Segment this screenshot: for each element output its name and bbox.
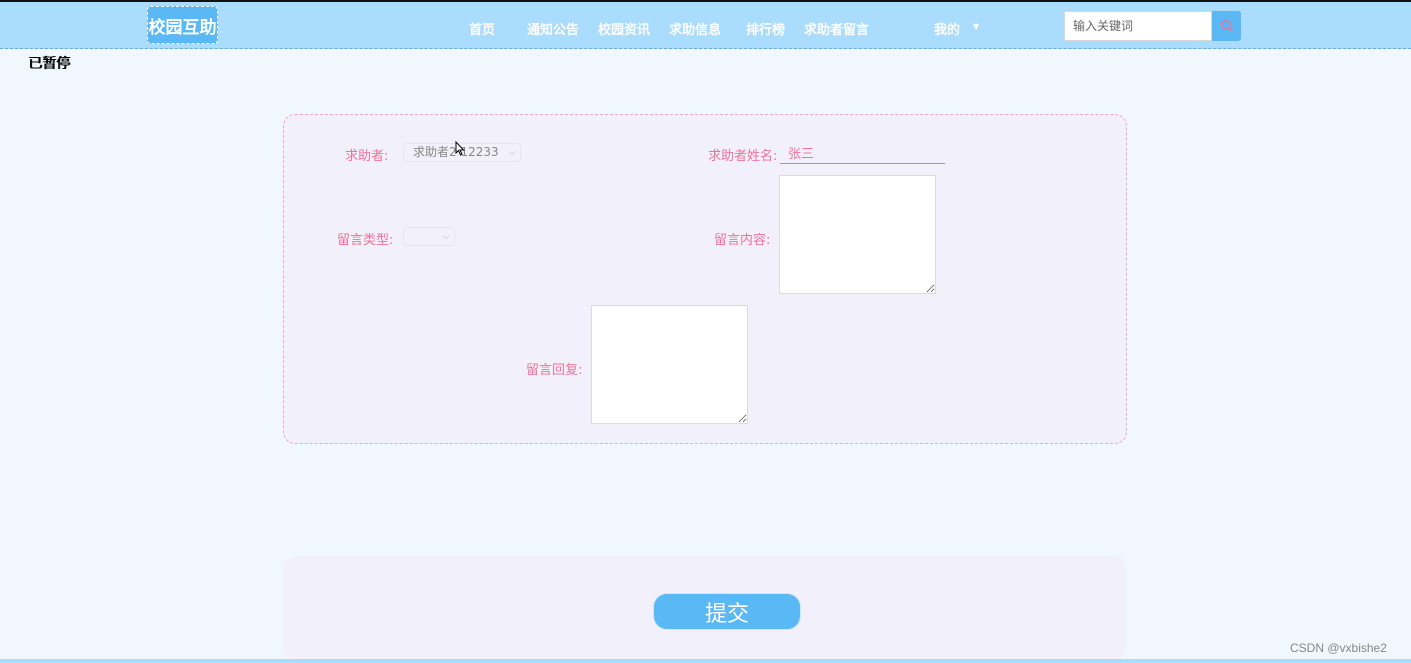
message-reply-label: 留言回复: <box>526 363 583 378</box>
message-content-textarea[interactable] <box>779 175 936 294</box>
message-form: 求助者: 求助者2 12233 ⌵ 求助者姓名: 留言类型: ⌵ 留言内容: 留… <box>283 114 1127 444</box>
search-icon <box>1220 19 1233 33</box>
nav-ranking[interactable]: 排行榜 <box>746 19 785 38</box>
message-content-label: 留言内容: <box>714 233 771 248</box>
nav-mine[interactable]: 我的 <box>934 19 960 38</box>
navbar: 校园互助 首页 通知公告 校园资讯 求助信息 排行榜 求助者留言 我的 ▼ <box>0 2 1411 49</box>
message-type-label: 留言类型: <box>337 233 394 248</box>
paused-status: 已暂停 <box>28 56 70 72</box>
seeker-name-label: 求助者姓名: <box>708 149 778 164</box>
bottom-bar <box>0 659 1411 663</box>
chevron-down-icon[interactable]: ▼ <box>973 22 979 31</box>
nav-campus-news[interactable]: 校园资讯 <box>598 19 650 38</box>
nav-notices[interactable]: 通知公告 <box>527 19 579 38</box>
message-reply-textarea[interactable] <box>591 305 748 424</box>
search-input[interactable] <box>1064 11 1212 41</box>
submit-panel: 提交 <box>283 556 1127 660</box>
mouse-pointer-icon <box>455 141 465 156</box>
site-logo[interactable]: 校园互助 <box>147 6 218 44</box>
nav-seeker-messages[interactable]: 求助者留言 <box>804 19 869 38</box>
nav-help-info[interactable]: 求助信息 <box>669 19 721 38</box>
chevron-down-icon: ⌵ <box>508 147 516 158</box>
search-button[interactable] <box>1212 11 1241 41</box>
seeker-name-field[interactable] <box>780 142 945 164</box>
seeker-label: 求助者: <box>345 149 389 164</box>
message-type-select[interactable]: ⌵ <box>403 227 455 246</box>
chevron-down-icon: ⌵ <box>442 231 450 242</box>
watermark: CSDN @vxbishe2 <box>1290 641 1387 655</box>
submit-button[interactable]: 提交 <box>653 593 801 630</box>
nav-home[interactable]: 首页 <box>469 19 495 38</box>
